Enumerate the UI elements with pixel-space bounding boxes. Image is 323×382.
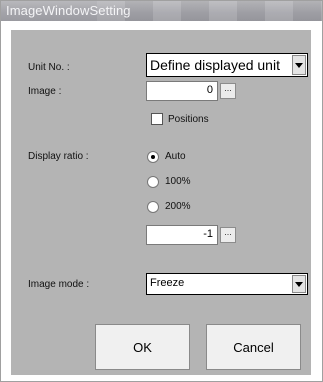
image-mode-value: Freeze xyxy=(150,277,185,289)
positions-checkbox[interactable] xyxy=(151,113,163,125)
ratio-custom-value: -1 xyxy=(203,228,213,240)
chevron-down-icon[interactable] xyxy=(292,55,306,75)
dialog-content: Unit No. : Define displayed unit Image :… xyxy=(11,30,311,375)
title-bar[interactable]: ImageWindowSetting xyxy=(1,1,322,21)
unit-no-dropdown[interactable]: Define displayed unit xyxy=(146,53,308,77)
ratio-100-radio[interactable] xyxy=(147,176,159,188)
ratio-200-radio[interactable] xyxy=(147,201,159,213)
unit-no-label: Unit No. : xyxy=(28,62,70,73)
ok-button[interactable]: OK xyxy=(95,324,190,370)
ratio-auto-label: Auto xyxy=(165,151,186,162)
display-ratio-label: Display ratio : xyxy=(28,151,89,162)
image-number-input[interactable]: 0 xyxy=(146,81,218,101)
ratio-100-label: 100% xyxy=(165,176,191,187)
image-browse-button[interactable]: ... xyxy=(220,83,236,99)
image-mode-dropdown[interactable]: Freeze xyxy=(146,273,308,295)
image-mode-label: Image mode : xyxy=(28,279,90,290)
ratio-browse-button[interactable]: ... xyxy=(220,227,236,243)
ratio-auto-radio[interactable] xyxy=(147,151,159,163)
window-title: ImageWindowSetting xyxy=(6,3,131,18)
positions-label: Positions xyxy=(168,114,209,125)
image-label: Image : xyxy=(28,86,62,97)
image-value: 0 xyxy=(206,84,213,96)
unit-no-value: Define displayed unit xyxy=(150,57,280,73)
ratio-custom-input[interactable]: -1 xyxy=(146,225,218,245)
chevron-down-icon[interactable] xyxy=(292,275,306,293)
ratio-200-label: 200% xyxy=(165,201,191,212)
image-window-setting-dialog: ImageWindowSetting Unit No. : Define dis… xyxy=(0,0,323,382)
cancel-button[interactable]: Cancel xyxy=(206,324,301,370)
